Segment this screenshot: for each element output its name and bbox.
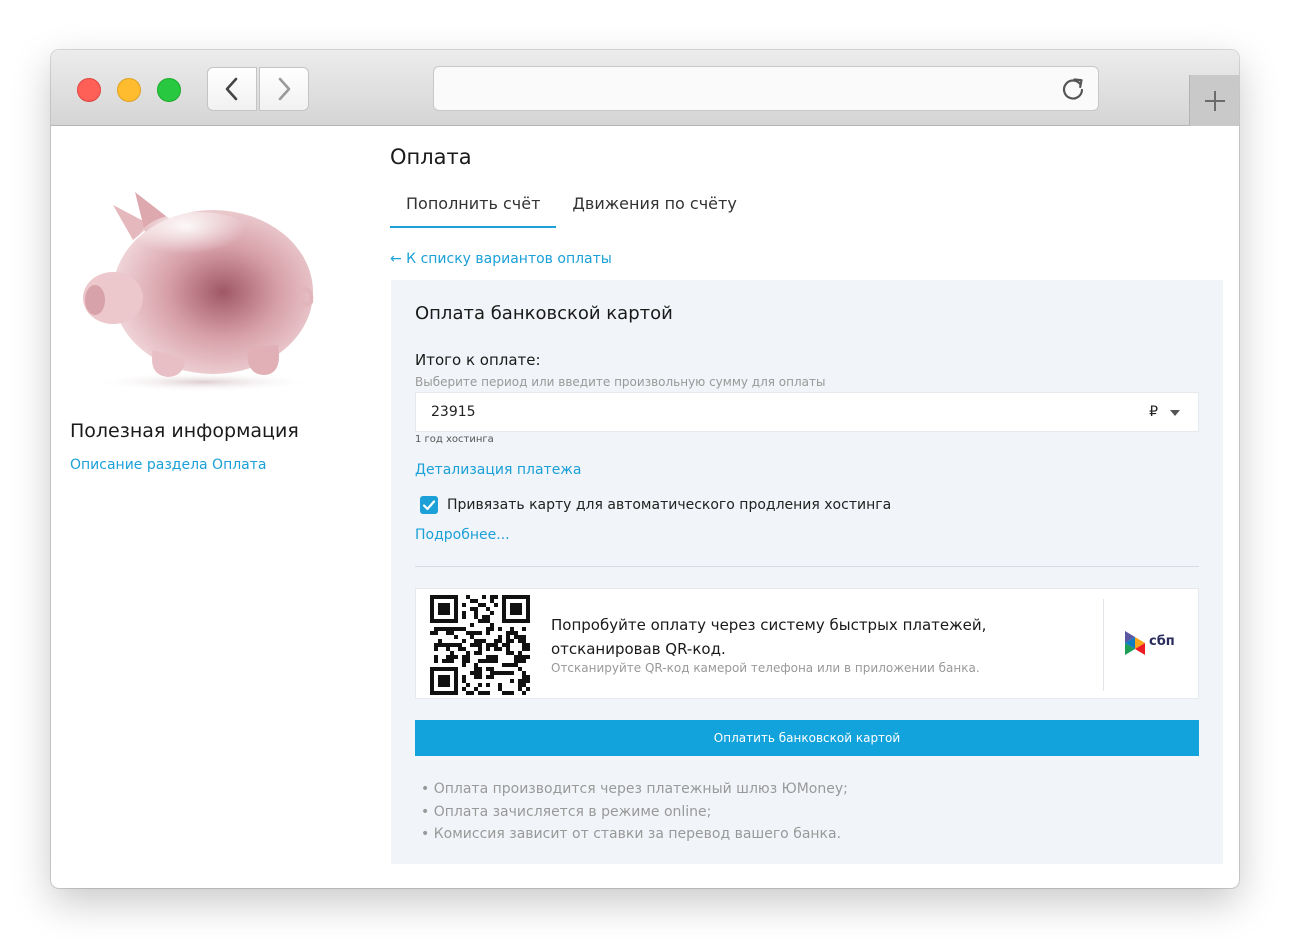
page-title: Оплата: [390, 145, 472, 169]
close-window-button[interactable]: [77, 78, 101, 102]
back-button[interactable]: [207, 67, 257, 111]
checkmark-icon: [422, 500, 436, 511]
zoom-window-button[interactable]: [157, 78, 181, 102]
chevron-down-icon[interactable]: [1170, 410, 1180, 416]
panel-title: Оплата банковской картой: [415, 303, 673, 324]
currency-select[interactable]: ₽: [1149, 404, 1158, 420]
tab-top-up[interactable]: Пополнить счёт: [390, 182, 557, 228]
payment-notes: Оплата производится через платежный шлюз…: [421, 778, 848, 846]
sbp-logo-icon: [1125, 631, 1145, 655]
autopay-checkbox[interactable]: [420, 496, 438, 514]
browser-window: Полезная информация Описание раздела Опл…: [51, 50, 1239, 888]
payment-details-link[interactable]: Детализация платежа: [415, 462, 582, 478]
tabs: Пополнить счёт Движения по счёту: [390, 182, 753, 228]
pay-by-card-button[interactable]: Оплатить банковской картой: [415, 720, 1199, 756]
sbp-logo: сбп: [1123, 629, 1183, 659]
chevron-left-icon: [225, 77, 238, 101]
sbp-separator: [1103, 599, 1104, 691]
sbp-text: Попробуйте оплату через систему быстрых …: [551, 616, 987, 658]
qr-code-icon: [430, 595, 530, 695]
period-label: 1 год хостинга: [415, 434, 494, 445]
forward-button[interactable]: [259, 67, 309, 111]
new-tab-button[interactable]: [1189, 75, 1239, 126]
browser-toolbar: [51, 50, 1239, 126]
back-to-payment-options-link[interactable]: ← К списку вариантов оплаты: [390, 251, 612, 267]
reload-icon[interactable]: [1060, 76, 1086, 102]
useful-info-title: Полезная информация: [70, 420, 299, 442]
tab-account-movements[interactable]: Движения по счёту: [556, 182, 752, 228]
total-label: Итого к оплате:: [415, 351, 541, 369]
sbp-card: Попробуйте оплату через систему быстрых …: [415, 588, 1199, 699]
autopay-label[interactable]: Привязать карту для автоматического прод…: [447, 497, 891, 513]
payment-section-description-link[interactable]: Описание раздела Оплата: [70, 457, 266, 473]
more-link[interactable]: Подробнее...: [415, 527, 510, 543]
sbp-hint: Отсканируйте QR-код камерой телефона или…: [551, 661, 980, 675]
piggy-bank-icon: [83, 192, 314, 392]
divider: [415, 566, 1199, 567]
list-item: Комиссия зависит от ставки за перевод ва…: [421, 823, 848, 846]
sbp-logo-text: сбп: [1149, 634, 1175, 649]
card-payment-panel: Оплата банковской картой Итого к оплате:…: [391, 280, 1223, 864]
total-hint: Выберите период или введите произвольную…: [415, 375, 826, 389]
amount-value: 23915: [431, 404, 476, 420]
address-bar[interactable]: [433, 66, 1099, 111]
plus-icon: [1204, 90, 1225, 111]
list-item: Оплата зачисляется в режиме online;: [421, 801, 848, 824]
chevron-right-icon: [278, 77, 291, 101]
minimize-window-button[interactable]: [117, 78, 141, 102]
list-item: Оплата производится через платежный шлюз…: [421, 778, 848, 801]
amount-input[interactable]: 23915 ₽: [415, 392, 1199, 432]
